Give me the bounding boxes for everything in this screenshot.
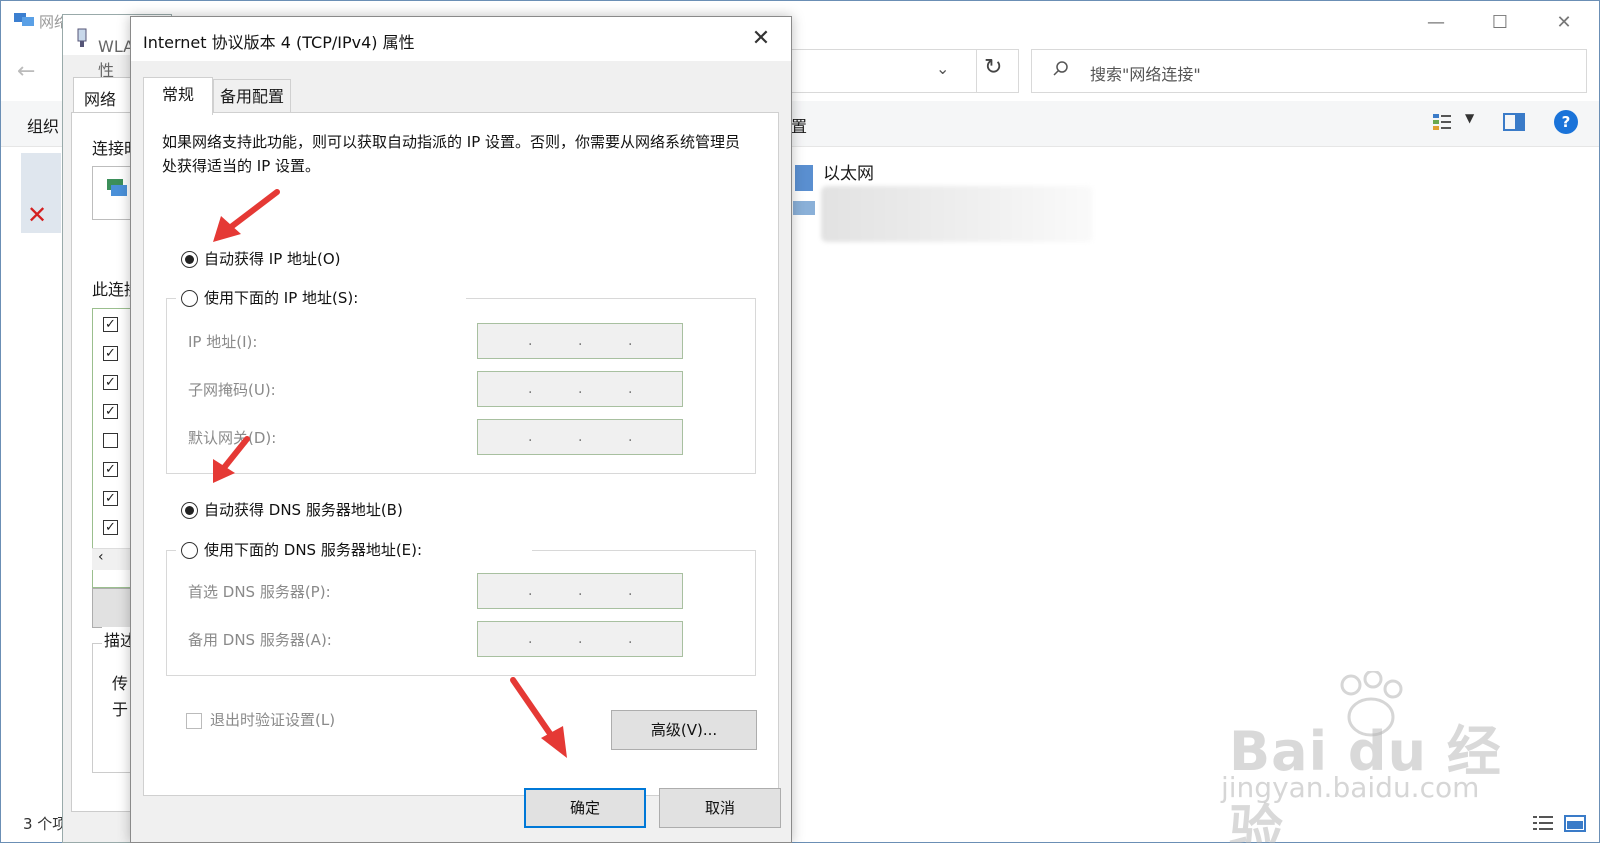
octet-separator: . [578, 583, 583, 599]
intro-description: 如果网络支持此功能，则可以获取自动指派的 IP 设置。否则，你需要从网络系统管理… [162, 133, 741, 175]
dns-field-label: 首选 DNS 服务器(P): [188, 583, 331, 601]
item-checkbox[interactable]: ✓ [103, 317, 118, 332]
description-text-line2: 于 [112, 700, 129, 719]
dns-field-input[interactable]: ... [477, 573, 683, 609]
network-connections-app-icon [14, 13, 34, 26]
ip-field-input[interactable]: ... [477, 323, 683, 359]
auto-ip-label[interactable]: 自动获得 IP 地址(O) [204, 248, 341, 269]
octet-separator: . [528, 429, 533, 445]
octet-separator: . [528, 333, 533, 349]
view-toggle-icons[interactable] [1531, 813, 1587, 833]
ip-field-label: 默认网关(D): [188, 429, 277, 447]
toolbar-settings-item[interactable]: 置 [791, 113, 807, 137]
octet-separator: . [628, 429, 633, 445]
organize-menu[interactable]: 组织 [27, 113, 59, 137]
dns-field-input[interactable]: ... [477, 621, 683, 657]
minimize-button[interactable]: — [1413, 7, 1459, 39]
validate-on-exit-checkbox[interactable] [186, 713, 202, 729]
ipv4-titlebar: Internet 协议版本 4 (TCP/IPv4) 属性 ✕ [131, 17, 791, 61]
advanced-button[interactable]: 高级(V)... [611, 710, 757, 750]
octet-separator: . [528, 381, 533, 397]
auto-dns-label[interactable]: 自动获得 DNS 服务器地址(B) [204, 499, 403, 520]
ip-field-input[interactable]: ... [477, 371, 683, 407]
ethernet-adapter-name[interactable]: 以太网 [823, 159, 874, 184]
search-placeholder: 搜索"网络连接" [1090, 65, 1201, 84]
change-view-icon[interactable] [1431, 111, 1453, 133]
ip-field-input[interactable]: ... [477, 419, 683, 455]
ip-field-label: IP 地址(I): [188, 333, 258, 351]
help-icon[interactable]: ? [1554, 110, 1578, 134]
manual-ip-radio[interactable] [181, 290, 198, 307]
octet-separator: . [578, 333, 583, 349]
octet-separator: . [528, 583, 533, 599]
redacted-adapter-details [821, 186, 1093, 242]
disconnected-x-icon: ✕ [27, 201, 48, 229]
octet-separator: . [628, 631, 633, 647]
manual-dns-label[interactable]: 使用下面的 DNS 服务器地址(E): [204, 539, 422, 560]
maximize-button[interactable]: ☐ [1477, 7, 1523, 39]
octet-separator: . [628, 333, 633, 349]
view-dropdown-icon[interactable]: ▼ [1465, 111, 1474, 125]
dns-field-label: 备用 DNS 服务器(A): [188, 631, 332, 649]
cancel-button[interactable]: 取消 [659, 788, 781, 828]
description-text-line1: 传 [112, 674, 129, 693]
octet-separator: . [578, 631, 583, 647]
validate-on-exit-label[interactable]: 退出时验证设置(L) [210, 709, 335, 730]
ethernet-adapter-icon[interactable] [791, 161, 817, 223]
manual-dns-radio[interactable] [181, 542, 198, 559]
tab-general[interactable]: 常规 [143, 77, 213, 115]
address-separator [976, 49, 977, 93]
ipv4-dialog-title: Internet 协议版本 4 (TCP/IPv4) 属性 [143, 33, 415, 52]
item-checkbox[interactable] [103, 433, 118, 448]
ok-button[interactable]: 确定 [524, 788, 646, 828]
item-checkbox[interactable]: ✓ [103, 520, 118, 535]
preview-pane-icon[interactable] [1503, 113, 1525, 131]
close-dialog-button[interactable]: ✕ [741, 23, 781, 55]
search-input[interactable]: 搜索"网络连接" [1031, 49, 1587, 93]
octet-separator: . [628, 583, 633, 599]
octet-separator: . [628, 381, 633, 397]
network-adapter-small-icon [107, 179, 127, 196]
wlan-adapter-icon [77, 28, 87, 47]
baidu-watermark: Bai du 经验 jingyan.baidu.com [1221, 671, 1521, 843]
back-arrow-icon[interactable]: ← [17, 59, 35, 84]
ip-field-label: 子网掩码(U): [188, 381, 276, 399]
search-icon [1053, 61, 1068, 76]
item-checkbox[interactable]: ✓ [103, 375, 118, 390]
octet-separator: . [578, 429, 583, 445]
watermark-url: jingyan.baidu.com [1221, 771, 1480, 804]
item-checkbox[interactable]: ✓ [103, 462, 118, 477]
octet-separator: . [578, 381, 583, 397]
dns-server-group [166, 550, 756, 676]
item-checkbox[interactable]: ✓ [103, 346, 118, 361]
close-window-button[interactable]: ✕ [1541, 7, 1587, 39]
item-checkbox[interactable]: ✓ [103, 404, 118, 419]
tab-alternate-configuration[interactable]: 备用配置 [213, 79, 291, 113]
chevron-down-icon[interactable]: ⌄ [936, 59, 949, 78]
refresh-icon[interactable]: ↻ [984, 55, 1002, 80]
manual-ip-label[interactable]: 使用下面的 IP 地址(S): [204, 287, 358, 308]
auto-ip-radio[interactable] [181, 251, 198, 268]
item-checkbox[interactable]: ✓ [103, 491, 118, 506]
octet-separator: . [528, 631, 533, 647]
auto-dns-radio[interactable] [181, 502, 198, 519]
